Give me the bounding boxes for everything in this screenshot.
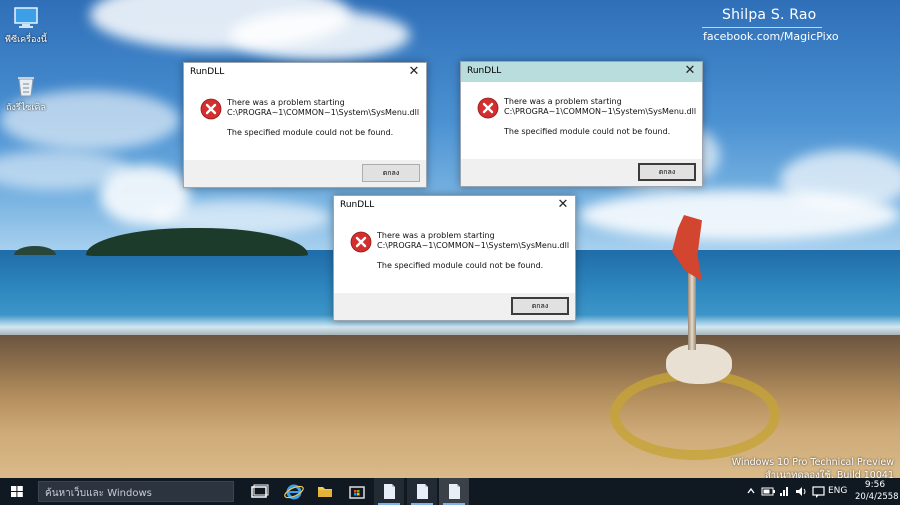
watermark-divider: [702, 27, 822, 28]
clock-time[interactable]: 9:56: [855, 480, 895, 490]
dialog-message-line1: There was a problem starting: [227, 98, 345, 107]
dialog-body: There was a problem starting C:\PROGRA~1…: [461, 82, 702, 160]
tray-battery[interactable]: [760, 478, 776, 505]
desktop-icon-label: พีซีเครื่องนี้: [5, 35, 47, 45]
tray-notifications[interactable]: [811, 478, 826, 505]
dialog-message-detail: The specified module could not be found.: [504, 127, 671, 136]
document-icon: [449, 484, 460, 499]
dialog-message-detail: The specified module could not be found.: [227, 128, 394, 137]
dialog-message-line1: There was a problem starting: [504, 97, 622, 106]
file-explorer-icon: [318, 487, 332, 497]
dialog-message-line1: There was a problem starting: [377, 231, 495, 240]
dialog-title: RunDLL: [340, 200, 375, 210]
input-language[interactable]: ENG: [828, 486, 847, 496]
ok-button[interactable]: ตกลง: [638, 163, 696, 181]
close-icon[interactable]: ✕: [554, 197, 572, 214]
internet-explorer-icon: [284, 484, 304, 500]
rundll-dialog-3[interactable]: RunDLL ✕ There was a problem starting C:…: [333, 195, 576, 321]
rundll-dialog-2[interactable]: RunDLL ✕ There was a problem starting C:…: [460, 61, 703, 187]
watermark-name: Shilpa S. Rao: [722, 7, 817, 23]
chevron-up-icon: [747, 487, 755, 494]
error-icon: [350, 231, 372, 253]
close-icon[interactable]: ✕: [681, 63, 699, 80]
build-info-edition: Windows 10 Pro Technical Preview: [731, 457, 894, 468]
taskbar: ค้นหาเว็บและ Windows ENG 9:56 20/4/2558: [0, 478, 900, 505]
document-icon: [417, 484, 428, 499]
dialog-footer: ตกลง: [184, 160, 426, 187]
ok-button[interactable]: ตกลง: [362, 164, 420, 182]
cloud: [780, 150, 900, 210]
dialog-footer: ตกลง: [461, 159, 702, 186]
rundll-dialog-1[interactable]: RunDLL ✕ There was a problem starting C:…: [183, 62, 427, 188]
desktop-icon-recycle-bin[interactable]: ถังรีไซเคิล: [0, 74, 52, 114]
dialog-titlebar[interactable]: RunDLL ✕: [334, 196, 575, 216]
search-placeholder: ค้นหาเว็บและ Windows: [45, 488, 152, 499]
dialog-title: RunDLL: [190, 67, 225, 77]
search-box[interactable]: ค้นหาเว็บและ Windows: [38, 481, 234, 502]
recycle-bin-icon: [18, 77, 34, 97]
network-icon: [780, 487, 788, 496]
task-view-icon: [251, 484, 269, 498]
speaker-icon: [796, 487, 806, 496]
watermark-link: facebook.com/MagicPixo: [703, 30, 839, 43]
dialog-footer: ตกลง: [334, 293, 575, 320]
dialog-body: There was a problem starting C:\PROGRA~1…: [334, 216, 575, 294]
close-icon[interactable]: ✕: [405, 64, 423, 81]
windows-logo-icon: [11, 486, 23, 497]
tray-network[interactable]: [778, 478, 792, 505]
this-pc-icon: [14, 7, 38, 28]
internet-explorer-button[interactable]: [279, 478, 309, 505]
island-small: [14, 246, 56, 255]
battery-icon: [761, 487, 775, 496]
build-info-build: สำเนาทดลองใช้. Build 10041: [764, 470, 894, 478]
dialog-title: RunDLL: [467, 66, 502, 76]
dialog-body: There was a problem starting C:\PROGRA~1…: [184, 83, 426, 161]
dialog-message-path: C:\PROGRA~1\COMMON~1\System\SysMenu.dll: [227, 108, 420, 117]
file-explorer-button[interactable]: [310, 478, 340, 505]
dialog-titlebar[interactable]: RunDLL ✕: [461, 62, 702, 82]
error-icon: [477, 97, 499, 119]
cloud: [230, 10, 410, 60]
taskbar-document-2[interactable]: [407, 478, 437, 505]
store-icon: [349, 486, 365, 499]
dialog-message-detail: The specified module could not be found.: [377, 261, 544, 270]
dialog-titlebar[interactable]: RunDLL ✕: [184, 63, 426, 83]
task-view-button[interactable]: [244, 478, 274, 505]
start-button[interactable]: [0, 478, 34, 505]
tray-overflow-button[interactable]: [744, 478, 758, 505]
taskbar-document-3[interactable]: [439, 478, 469, 505]
dialog-message-path: C:\PROGRA~1\COMMON~1\System\SysMenu.dll: [504, 107, 697, 116]
tray-volume[interactable]: [794, 478, 808, 505]
document-icon: [384, 484, 395, 499]
desktop-icon-label: ถังรีไซเคิล: [6, 103, 46, 113]
desktop-icon-this-pc[interactable]: พีซีเครื่องนี้: [0, 6, 52, 46]
message-icon: [812, 486, 825, 498]
buoy: [666, 344, 732, 384]
store-button[interactable]: [342, 478, 372, 505]
clock-date[interactable]: 20/4/2558: [855, 492, 899, 502]
ok-button[interactable]: ตกลง: [511, 297, 569, 315]
dialog-message-path: C:\PROGRA~1\COMMON~1\System\SysMenu.dll: [377, 241, 570, 250]
taskbar-document-1[interactable]: [374, 478, 404, 505]
error-icon: [200, 98, 222, 120]
